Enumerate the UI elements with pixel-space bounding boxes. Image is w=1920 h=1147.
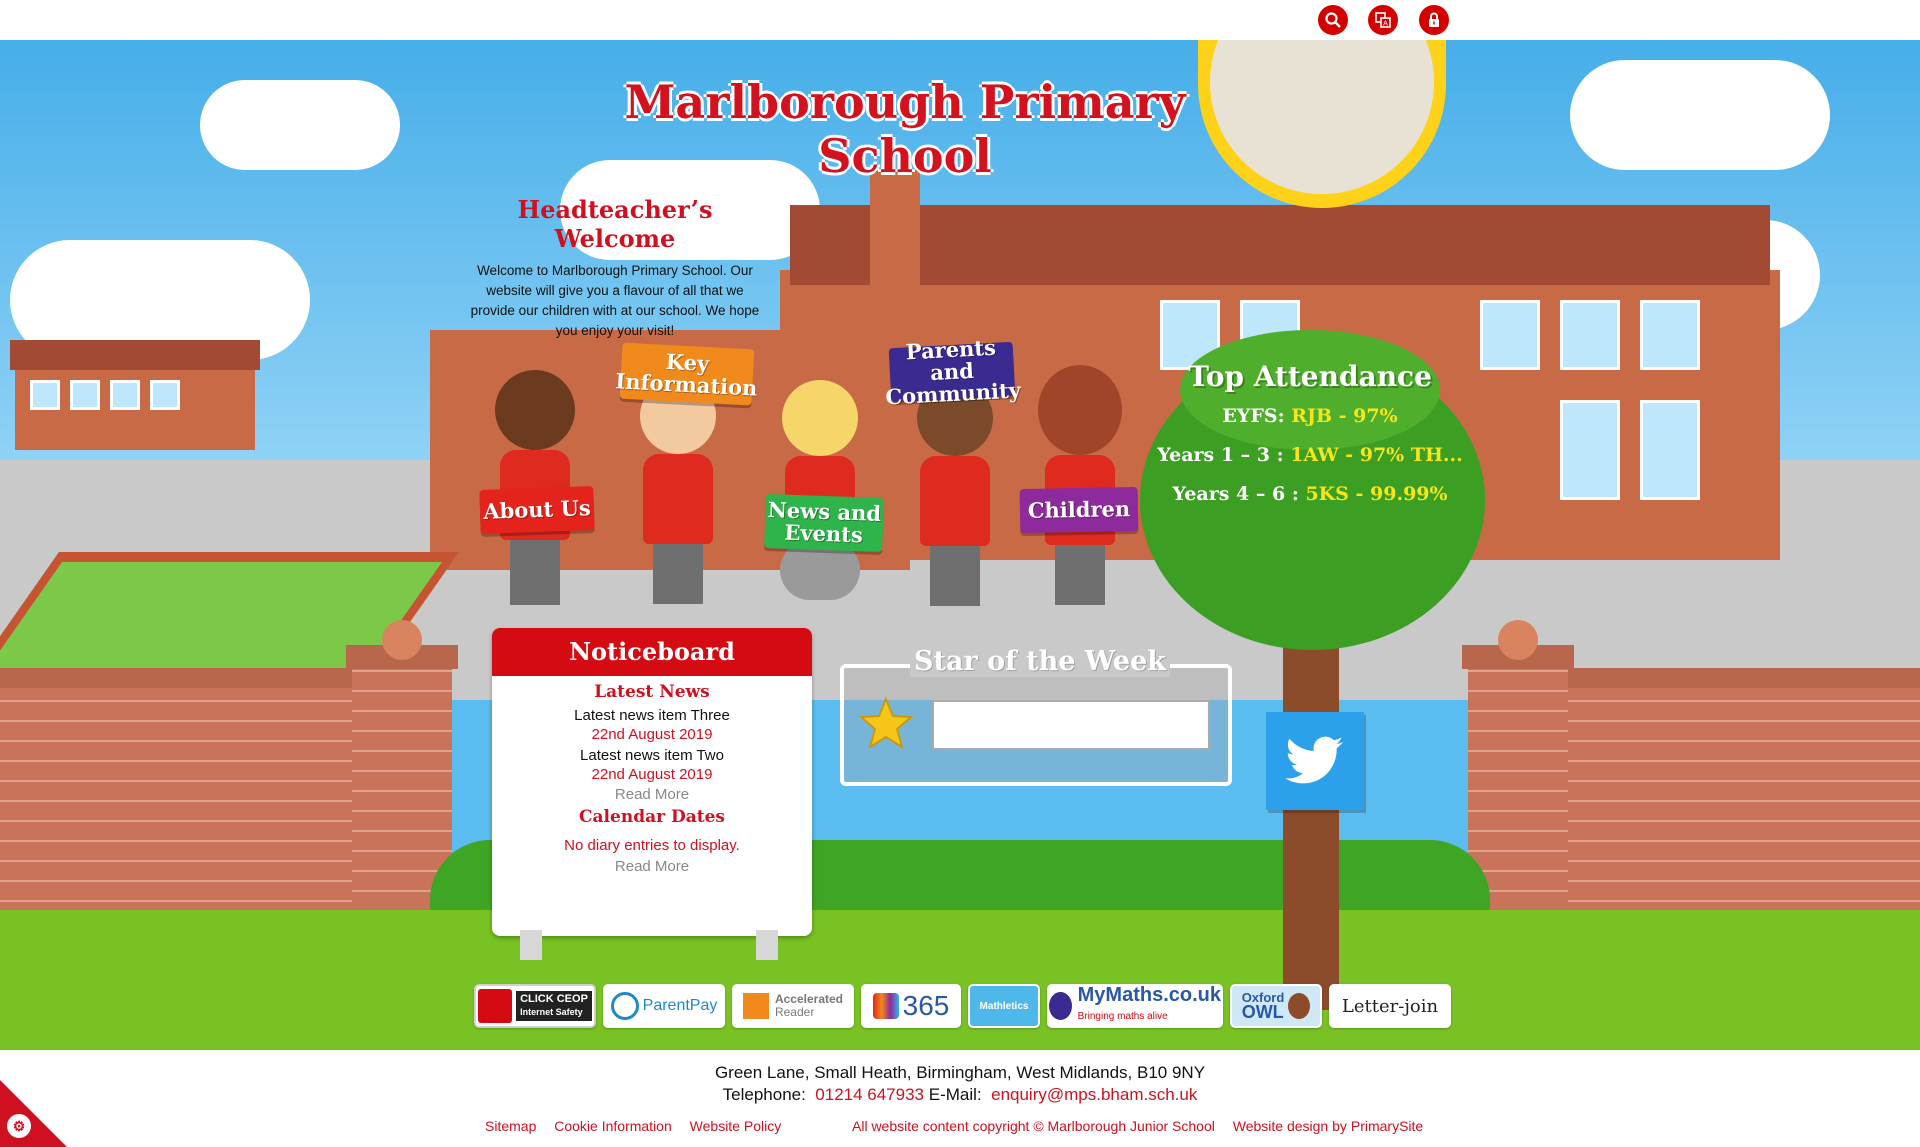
mymaths-logo[interactable]: MyMaths.co.uk Bringing maths alive xyxy=(1047,984,1223,1028)
nav-news-events[interactable]: News and Events xyxy=(764,493,884,553)
attendance-title: Top Attendance xyxy=(1188,360,1432,393)
email-label: E-Mail: xyxy=(928,1085,982,1104)
copyright-text: All website content copyright © Marlboro… xyxy=(852,1118,1215,1134)
wall-top xyxy=(0,668,360,688)
left-roof xyxy=(10,340,260,370)
translate-icon[interactable]: A xyxy=(1368,5,1398,35)
cloud xyxy=(1570,60,1830,170)
ceop-logo[interactable]: CLICK CEOP Internet Safety xyxy=(474,984,596,1028)
noticeboard-title: Noticeboard xyxy=(492,628,812,676)
office-365-logo[interactable]: 365 xyxy=(861,984,961,1028)
school-name: Marlborough Primary School xyxy=(624,75,1186,183)
footer-credits: All website content copyright © Marlboro… xyxy=(852,1118,1437,1134)
headteacher-welcome: Headteacher’s Welcome Welcome to Marlbor… xyxy=(470,195,760,341)
school-roof xyxy=(790,205,1770,285)
cookie-icon[interactable]: ⚙ xyxy=(7,1114,31,1138)
primarysite-link[interactable]: PrimarySite xyxy=(1351,1118,1423,1134)
footer-contact: Green Lane, Small Heath, Birmingham, Wes… xyxy=(0,1062,1920,1106)
news-read-more-link[interactable]: Read More xyxy=(492,784,812,805)
window xyxy=(1640,400,1700,500)
attendance-row: EYFS: RJB - 97% xyxy=(1222,405,1398,427)
attendance-row: Years 1 – 3 : 1AW - 97% TH... xyxy=(1157,444,1463,466)
latest-news-heading[interactable]: Latest News xyxy=(492,682,812,702)
pillar-ball xyxy=(382,620,422,660)
star-icon xyxy=(858,696,914,750)
brick-wall xyxy=(0,680,360,940)
window xyxy=(1480,300,1540,370)
telephone-link[interactable]: 01214 647933 xyxy=(815,1085,924,1104)
featured-photo xyxy=(1210,40,1434,194)
partner-logos: CLICK CEOP Internet Safety ParentPay Acce… xyxy=(474,984,1451,1028)
star-of-week-value xyxy=(932,700,1210,750)
brick-wall xyxy=(1560,680,1920,940)
contact-line: Telephone: 01214 647933 E-Mail: enquiry@… xyxy=(0,1084,1920,1106)
oxford-owl-logo[interactable]: Oxford OWL xyxy=(1230,984,1322,1028)
bell-tower xyxy=(870,170,920,300)
cookie-information-link[interactable]: Cookie Information xyxy=(554,1118,672,1134)
window xyxy=(1560,400,1620,500)
school-address: Green Lane, Small Heath, Birmingham, Wes… xyxy=(714,1063,1206,1082)
nav-key-information[interactable]: Key Information xyxy=(615,342,758,406)
calendar-empty-message: No diary entries to display. xyxy=(564,837,740,854)
welcome-title: Headteacher’s Welcome xyxy=(517,195,713,253)
window xyxy=(110,380,140,410)
twitter-icon xyxy=(1285,736,1343,784)
grass xyxy=(0,910,1920,1050)
telephone-label: Telephone: xyxy=(722,1085,806,1104)
window xyxy=(70,380,100,410)
child-figure xyxy=(905,380,1005,610)
sitemap-link[interactable]: Sitemap xyxy=(485,1118,536,1134)
lock-icon[interactable] xyxy=(1419,5,1449,35)
window xyxy=(150,380,180,410)
attendance-row: Years 4 – 6 : 5KS - 99.99% xyxy=(1172,483,1448,505)
top-bar: A xyxy=(0,0,1920,40)
star-of-week-title: Star of the Week xyxy=(910,646,1170,677)
parentpay-logo[interactable]: ParentPay xyxy=(603,984,725,1028)
svg-text:A: A xyxy=(1383,21,1388,28)
wall-top xyxy=(1560,668,1920,688)
window xyxy=(1560,300,1620,370)
welcome-text: Welcome to Marlborough Primary School. O… xyxy=(470,263,760,338)
search-icon[interactable] xyxy=(1318,5,1348,35)
news-item-date: 22nd August 2019 xyxy=(591,766,713,783)
footer-links: Sitemap Cookie Information Website Polic… xyxy=(485,1118,795,1134)
noticeboard: Noticeboard Latest News Latest news item… xyxy=(492,628,812,936)
noticeboard-leg xyxy=(756,930,778,960)
nav-about-us[interactable]: About Us xyxy=(479,486,595,534)
letter-join-logo[interactable]: Letter-join xyxy=(1329,984,1451,1028)
nav-parents-community[interactable]: Parents and Community xyxy=(885,335,1022,410)
calendar-heading[interactable]: Calendar Dates xyxy=(492,807,812,827)
top-attendance: Top Attendance EYFS: RJB - 97% Years 1 –… xyxy=(1150,360,1470,522)
news-item-date: 22nd August 2019 xyxy=(591,726,713,743)
news-item-title[interactable]: Latest news item Three xyxy=(492,706,812,725)
calendar-read-more-link[interactable]: Read More xyxy=(492,856,812,877)
accelerated-reader-logo[interactable]: Accelerated Reader xyxy=(732,984,854,1028)
email-link[interactable]: enquiry@mps.bham.sch.uk xyxy=(991,1085,1197,1104)
cloud xyxy=(200,80,400,170)
nav-children[interactable]: Children xyxy=(1019,486,1139,534)
twitter-button[interactable] xyxy=(1266,712,1364,810)
mathletics-logo[interactable]: Mathletics xyxy=(968,984,1040,1028)
design-label: Website design by xyxy=(1232,1118,1347,1134)
noticeboard-leg xyxy=(520,930,542,960)
child-figure xyxy=(628,370,728,610)
pillar-ball xyxy=(1498,620,1538,660)
cookie-settings-corner[interactable] xyxy=(0,1080,67,1147)
window xyxy=(30,380,60,410)
news-item-title[interactable]: Latest news item Two xyxy=(492,746,812,765)
website-policy-link[interactable]: Website Policy xyxy=(690,1118,782,1134)
window xyxy=(1640,300,1700,370)
footer: Green Lane, Small Heath, Birmingham, Wes… xyxy=(0,1050,1920,1147)
